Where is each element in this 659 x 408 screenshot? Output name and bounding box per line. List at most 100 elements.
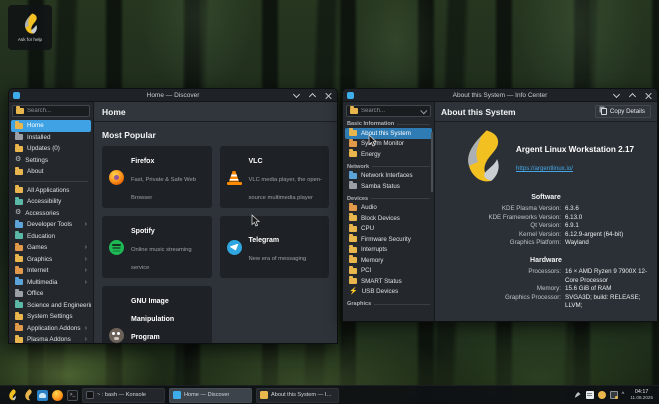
ask-for-help-widget[interactable]: Ask for help	[8, 5, 52, 50]
minimize-button[interactable]	[292, 91, 301, 100]
item-icon	[349, 244, 357, 253]
app-name: Spotify	[131, 228, 155, 235]
infocenter-titlebar[interactable]: About this System — Info Center	[343, 89, 657, 102]
tray-expand-icon[interactable]: ^	[622, 392, 625, 398]
sidebar-item-about[interactable]: About	[11, 166, 91, 178]
sidebar-item-installed[interactable]: Installed	[11, 132, 91, 144]
item-icon	[349, 276, 357, 285]
info-item-pci[interactable]: PCI	[345, 265, 432, 277]
info-item-firmware-security[interactable]: Firmware Security	[345, 234, 432, 245]
discover-titlebar[interactable]: Home — Discover	[9, 89, 337, 102]
close-button[interactable]	[644, 91, 653, 100]
info-item-cpu[interactable]: CPU	[345, 223, 432, 235]
copy-details-label: Copy Details	[609, 108, 645, 115]
desktop-wallpaper: Ask for help Home — Discover Home Instal…	[0, 0, 659, 408]
argent-flame-icon	[24, 13, 37, 34]
info-item-samba-status[interactable]: Samba Status	[345, 181, 432, 192]
software-heading: Software	[531, 194, 561, 201]
copy-details-button[interactable]: Copy Details	[594, 105, 651, 118]
info-item-smart-status[interactable]: SMART Status	[345, 276, 432, 287]
item-icon	[349, 149, 357, 158]
tray-network-icon[interactable]	[609, 390, 618, 399]
task-discover[interactable]: Home — Discover	[169, 387, 252, 403]
category-icon	[15, 219, 23, 228]
info-item-system-monitor[interactable]: System Monitor	[345, 138, 432, 150]
kv-label: KDE Frameworks Version:	[488, 213, 561, 221]
category-office[interactable]: Office	[11, 288, 91, 300]
task-label: About this System — Info Center	[271, 392, 335, 398]
info-item-block-devices[interactable]: Block Devices	[345, 213, 432, 224]
category-label: Internet	[27, 267, 49, 275]
tray-clipboard-icon[interactable]	[585, 390, 594, 399]
category-multimedia[interactable]: Multimedia ›	[11, 277, 91, 289]
kv-value: 6.13.0	[565, 213, 583, 221]
category-all-applications[interactable]: All Applications	[11, 185, 91, 197]
category-developer-tools[interactable]: Developer Tools ›	[11, 219, 91, 231]
item-label: PCI	[361, 267, 372, 275]
category-science-engineering[interactable]: Science and Engineering›	[11, 300, 91, 312]
discover-search[interactable]	[12, 105, 90, 117]
category-icon	[15, 242, 23, 251]
info-item-memory[interactable]: Memory	[345, 255, 432, 266]
app-card-vlc[interactable]: VLC VLC media player, the open-source mul…	[219, 146, 329, 208]
category-label: Application Addons	[27, 324, 81, 332]
tray-status-icon[interactable]	[597, 390, 606, 399]
info-item-energy[interactable]: Energy	[345, 149, 432, 160]
app-card-telegram[interactable]: Telegram New era of messaging	[219, 216, 329, 278]
screenshot-bottom-edge	[0, 404, 659, 408]
infocenter-search-input[interactable]	[361, 108, 419, 114]
task-infocenter[interactable]: About this System — Info Center	[256, 387, 339, 403]
maximize-button[interactable]	[628, 91, 637, 100]
app-launcher-button[interactable]	[4, 388, 19, 403]
sidebar-item-settings[interactable]: ⚙ Settings	[11, 155, 91, 167]
info-item-interrupts[interactable]: Interrupts	[345, 244, 432, 256]
minimize-button[interactable]	[612, 91, 621, 100]
kv-value: 6.12.9-argent (64-bit)	[565, 230, 624, 238]
expand-chevron-icon: ›	[84, 244, 87, 252]
pinned-dolphin-icon[interactable]	[37, 389, 48, 401]
item-label: Network Interfaces	[361, 172, 413, 180]
info-item-network-interfaces[interactable]: Network Interfaces	[345, 170, 432, 182]
category-icon	[15, 311, 23, 320]
category-education[interactable]: Education	[11, 231, 91, 243]
info-item-about-this-system[interactable]: About this System	[345, 128, 432, 139]
category-accessories[interactable]: ⚙ Accessories	[11, 208, 91, 220]
app-card-spotify[interactable]: Spotify Online music streaming service	[102, 216, 212, 278]
info-item-usb-devices[interactable]: ⚡ USB Devices	[345, 287, 432, 298]
item-label: Samba Status	[361, 182, 400, 190]
sidebar-item-home[interactable]: Home	[11, 120, 91, 132]
section-graphics: Graphics	[347, 301, 430, 307]
pinned-firefox-icon[interactable]	[52, 389, 63, 401]
discover-sidebar: Home Installed Updates (0) ⚙Settings Abo…	[9, 102, 94, 343]
category-label: System Settings	[27, 313, 73, 321]
sidebar-item-updates[interactable]: Updates (0)	[11, 143, 91, 155]
info-item-audio[interactable]: Audio	[345, 202, 432, 214]
category-games[interactable]: Games ›	[11, 242, 91, 254]
item-icon	[349, 138, 357, 147]
distro-website-link[interactable]: https://argentlinux.io/	[516, 165, 573, 172]
pinned-argent-icon[interactable]	[23, 389, 33, 401]
category-application-addons[interactable]: Application Addons ›	[11, 323, 91, 335]
sidebar-scrollbar[interactable]	[431, 132, 433, 192]
maximize-button[interactable]	[308, 91, 317, 100]
mouse-cursor-secondary	[368, 134, 377, 147]
app-card-gimp[interactable]: GNU Image Manipulation ProgramCreate ima…	[102, 286, 212, 343]
close-button[interactable]	[324, 91, 333, 100]
app-card-firefox[interactable]: Firefox Fast, Private & Safe Web Browser	[102, 146, 212, 208]
category-system-settings[interactable]: System Settings	[11, 311, 91, 323]
clock-widget[interactable]: 04:17 11.08.2025	[628, 389, 655, 400]
discover-search-input[interactable]	[27, 108, 86, 114]
infocenter-search[interactable]	[346, 105, 431, 117]
kv-value: 16 × AMD Ryzen 9 7900X 12-Core Processor	[565, 267, 648, 284]
app-desc: Fast, Private & Safe Web Browser	[131, 177, 196, 201]
category-internet[interactable]: Internet ›	[11, 265, 91, 277]
tray-input-icon[interactable]	[574, 391, 582, 399]
category-graphics[interactable]: Graphics ›	[11, 254, 91, 266]
taskbar: >_ ~ : bash — Konsole Home — Discover Ab…	[0, 385, 659, 404]
pinned-konsole-icon[interactable]: >_	[67, 389, 78, 401]
category-plasma-addons[interactable]: Plasma Addons ›	[11, 334, 91, 343]
task-konsole[interactable]: ~ : bash — Konsole	[82, 387, 165, 403]
category-accessibility[interactable]: Accessibility	[11, 196, 91, 208]
item-icon	[349, 202, 357, 211]
argent-logo	[468, 130, 499, 182]
